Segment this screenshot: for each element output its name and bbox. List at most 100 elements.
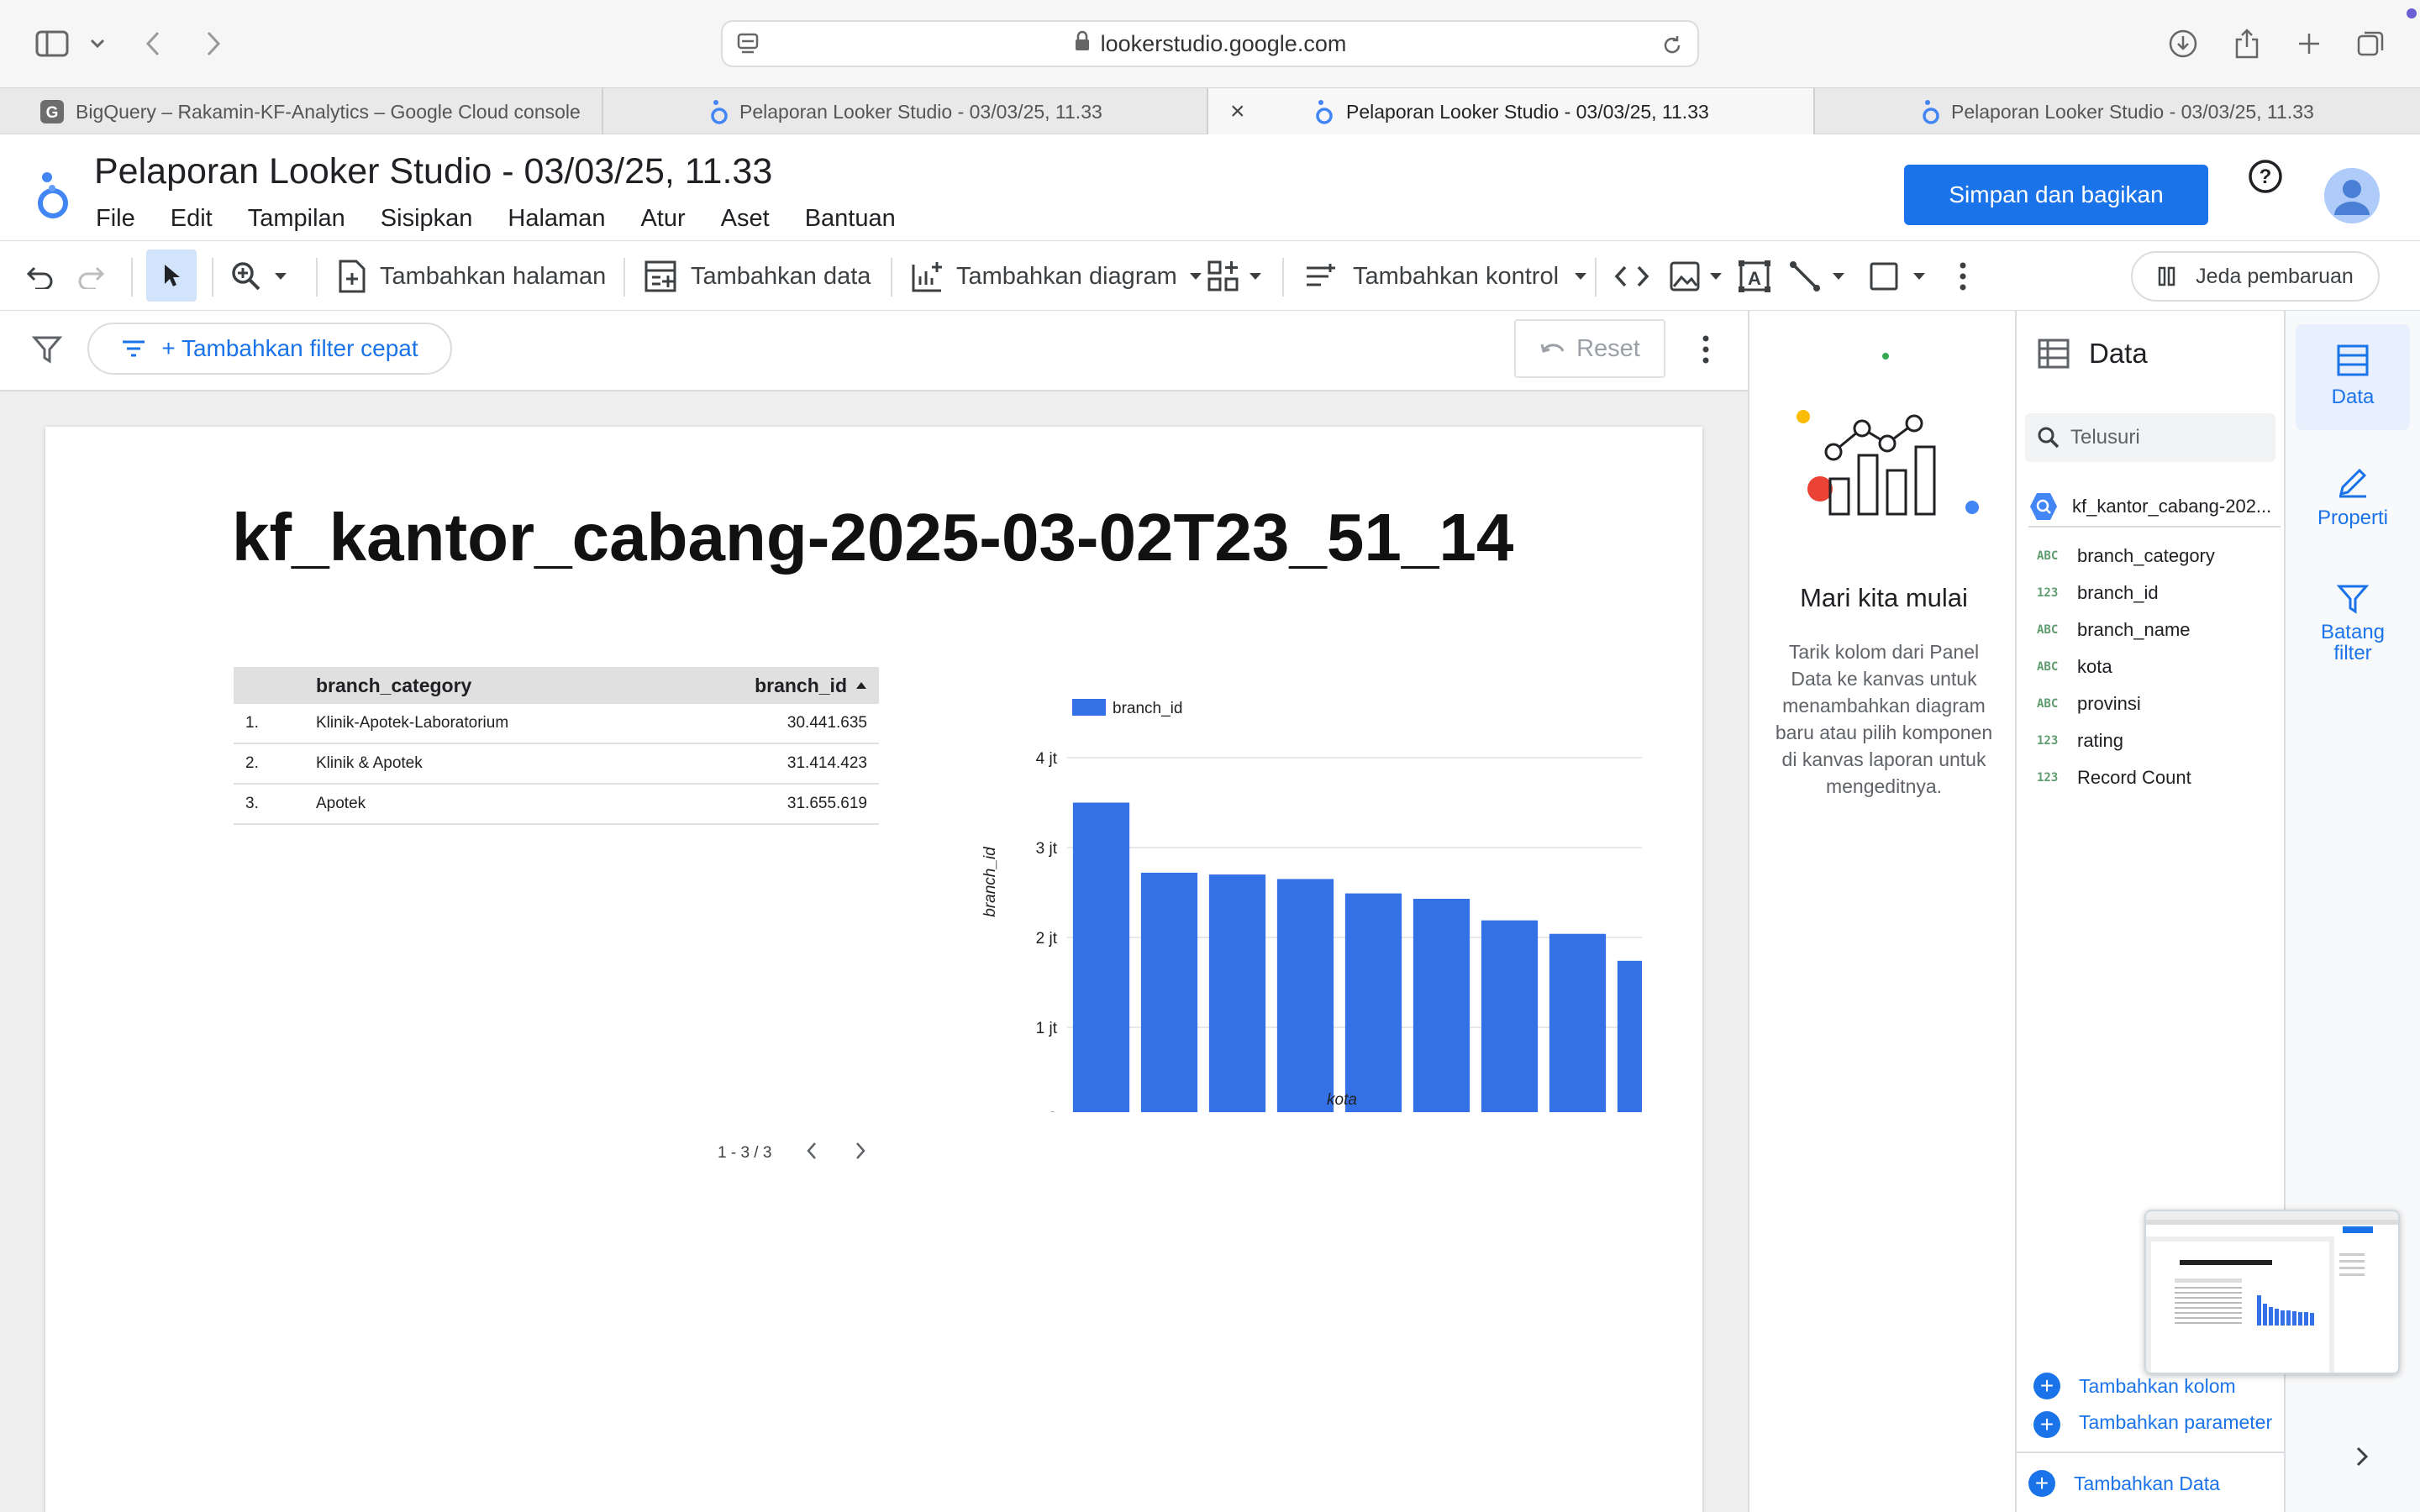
collapse-panel-icon[interactable] <box>2354 1445 2370 1473</box>
chart-bar[interactable] <box>1413 898 1470 1112</box>
table-row[interactable]: 3. Apotek 31.655.619 <box>234 785 879 825</box>
edit-pencil-icon <box>2338 468 2367 498</box>
field-search-input[interactable]: Telusuri <box>2025 413 2275 462</box>
add-data-label: Tambahkan data <box>691 262 871 290</box>
report-page[interactable]: kf_kantor_cabang-2025-03-02T23_51_14 bra… <box>45 427 1702 1512</box>
back-icon[interactable] <box>139 25 166 62</box>
menu-arrange[interactable]: Atur <box>640 205 685 233</box>
toolbar-divider <box>1595 258 1597 297</box>
text-box-icon[interactable]: A <box>1738 241 1771 312</box>
add-data-source-button[interactable]: + Tambahkan Data <box>2028 1470 2220 1497</box>
table-row[interactable]: 2. Klinik & Apotek 31.414.423 <box>234 744 879 785</box>
undo-icon[interactable] <box>24 241 54 312</box>
close-tab-icon[interactable]: × <box>1230 97 1245 126</box>
shape-tool[interactable] <box>1869 241 1926 312</box>
filter-bar: + Tambahkan filter cepat Reset <box>0 311 1748 391</box>
add-parameter-button[interactable]: + Tambahkan parameter <box>2033 1411 2272 1438</box>
select-tool-icon[interactable] <box>146 249 197 302</box>
more-vert-icon[interactable] <box>1701 334 1711 369</box>
menu-insert[interactable]: Sisipkan <box>381 205 473 233</box>
tab-overview-icon[interactable] <box>2354 25 2388 62</box>
next-page-icon[interactable] <box>854 1141 867 1166</box>
sidebar-toggle-icon[interactable] <box>34 25 71 62</box>
row-number: 3. <box>245 795 259 812</box>
report-title[interactable]: Pelaporan Looker Studio - 03/03/25, 11.3… <box>94 151 772 192</box>
screenshot-thumbnail[interactable] <box>2144 1210 2400 1374</box>
menu-help[interactable]: Bantuan <box>805 205 896 233</box>
previous-page-icon[interactable] <box>805 1141 818 1166</box>
save-and-share-button[interactable]: Simpan dan bagikan <box>1904 165 2208 225</box>
tab-data[interactable]: Data <box>2296 324 2410 430</box>
column-header-branch-id[interactable]: branch_id <box>644 675 879 697</box>
add-field-button[interactable]: + Tambahkan kolom <box>2033 1373 2236 1399</box>
forward-icon[interactable] <box>200 25 227 62</box>
tab-bigquery[interactable]: G BigQuery – Rakamin-KF-Analytics – Goog… <box>0 88 603 135</box>
field-item[interactable]: ABC provinsi <box>2037 685 2215 722</box>
add-circle-icon: + <box>2033 1373 2060 1399</box>
tab-looker-1[interactable]: Pelaporan Looker Studio - 03/03/25, 11.3… <box>603 88 1208 135</box>
tab-looker-active[interactable]: × Pelaporan Looker Studio - 03/03/25, 11… <box>1208 88 1815 135</box>
chart-bar[interactable] <box>1208 874 1266 1112</box>
bar-chart[interactable]: branch_id 01 jt2 jt3 jt4 jt SubangPurwak… <box>953 692 1642 1112</box>
redo-icon[interactable] <box>77 241 108 312</box>
chart-bar[interactable] <box>1276 879 1334 1112</box>
reset-button[interactable]: Reset <box>1514 319 1665 378</box>
chart-bar[interactable] <box>1617 960 1642 1112</box>
add-chart-button[interactable]: Tambahkan diagram <box>911 241 1202 312</box>
field-item[interactable]: 123 branch_id <box>2037 575 2215 612</box>
download-icon[interactable] <box>2166 25 2200 62</box>
field-item[interactable]: ABC kota <box>2037 648 2215 685</box>
toolbar-divider <box>316 258 318 297</box>
field-item[interactable]: 123 rating <box>2037 722 2215 759</box>
embed-code-icon[interactable] <box>1613 241 1650 312</box>
menu-page[interactable]: Halaman <box>508 205 605 233</box>
getting-started-title: Mari kita mulai <box>1800 583 1968 612</box>
field-type-text-icon: ABC <box>2037 660 2059 674</box>
add-control-button[interactable]: Tambahkan kontrol <box>1304 241 1587 312</box>
image-tool[interactable] <box>1669 241 1723 312</box>
pause-updates-button[interactable]: Jeda pembaruan <box>2131 251 2380 302</box>
menu-view[interactable]: Tampilan <box>248 205 345 233</box>
reload-icon[interactable] <box>1660 34 1684 63</box>
filter-icon[interactable] <box>31 334 63 369</box>
y-tick-label: 3 jt <box>1036 840 1058 858</box>
tab-filter-bar[interactable]: Batang filter <box>2296 566 2410 675</box>
tab-looker-3[interactable]: Pelaporan Looker Studio - 03/03/25, 11.3… <box>1815 88 2420 135</box>
table-row[interactable]: 1. Klinik-Apotek-Laboratorium 30.441.635 <box>234 704 879 744</box>
column-header-branch-category[interactable]: branch_category <box>316 675 644 697</box>
tab-properties[interactable]: Properti <box>2296 445 2410 551</box>
menu-resource[interactable]: Aset <box>721 205 770 233</box>
help-icon[interactable]: ? <box>2247 158 2284 195</box>
add-chart-label: Tambahkan diagram <box>956 262 1177 290</box>
page-heading[interactable]: kf_kantor_cabang-2025-03-02T23_51_14 <box>232 499 1513 576</box>
chart-bar[interactable] <box>1072 802 1130 1113</box>
new-tab-icon[interactable] <box>2292 25 2326 62</box>
add-data-button[interactable]: Tambahkan data <box>644 241 871 312</box>
looker-studio-logo[interactable] <box>32 165 74 223</box>
toolbar-divider <box>131 258 133 297</box>
address-bar[interactable]: lookerstudio.google.com <box>721 20 1699 67</box>
field-item[interactable]: 123 Record Count <box>2037 759 2215 796</box>
add-quick-filter-button[interactable]: + Tambahkan filter cepat <box>87 323 452 375</box>
chart-bar[interactable] <box>1344 893 1402 1112</box>
field-item[interactable]: ABC branch_category <box>2037 538 2215 575</box>
menu-edit[interactable]: Edit <box>171 205 213 233</box>
add-component-button[interactable] <box>1207 241 1262 312</box>
share-icon[interactable] <box>2230 25 2264 62</box>
field-item[interactable]: ABC branch_name <box>2037 612 2215 648</box>
menu-file[interactable]: File <box>96 205 135 233</box>
zoom-tool[interactable] <box>230 241 287 312</box>
line-tool[interactable] <box>1788 241 1845 312</box>
data-table[interactable]: branch_category branch_id 1. Klinik-Apot… <box>234 667 879 825</box>
google-cloud-icon: G <box>39 98 66 125</box>
chart-bar[interactable] <box>1549 933 1607 1112</box>
lock-icon <box>1074 30 1091 58</box>
page-settings-icon[interactable] <box>736 32 760 63</box>
data-source-item[interactable]: kf_kantor_cabang-202... <box>2028 487 2281 528</box>
more-vert-icon[interactable] <box>1958 241 1968 312</box>
chart-bar[interactable] <box>1481 920 1539 1112</box>
chart-bar[interactable] <box>1140 872 1198 1112</box>
avatar[interactable] <box>2324 168 2380 223</box>
chevron-down-icon[interactable] <box>87 25 108 62</box>
add-page-button[interactable]: Tambahkan halaman <box>338 241 606 312</box>
